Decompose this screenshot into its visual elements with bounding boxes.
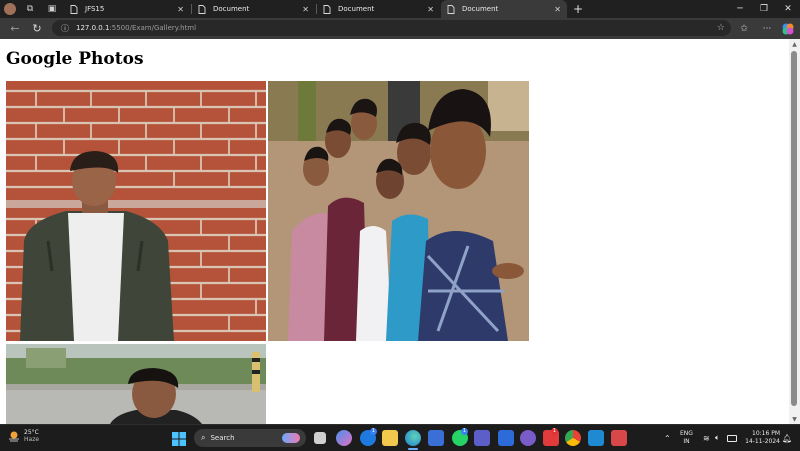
profile-avatar[interactable]: [4, 3, 16, 15]
close-icon[interactable]: ✕: [554, 5, 561, 14]
tab-jfs15[interactable]: JFS15 ✕: [64, 0, 190, 18]
vpn-app-icon[interactable]: [520, 430, 536, 446]
wifi-icon[interactable]: ≋: [703, 425, 710, 451]
edge-browser-icon[interactable]: [405, 430, 421, 446]
battery-icon[interactable]: [727, 425, 737, 451]
page-icon: [323, 4, 331, 14]
close-icon[interactable]: ✕: [427, 5, 434, 14]
task-view-icon[interactable]: [314, 432, 326, 444]
search-icon: ⌕: [201, 433, 206, 442]
windows-taskbar: 25°C Haze ⌕ Search 1 1 1 ⌃ ENG IN ≋ 🔈︎ 1…: [0, 424, 800, 451]
start-button[interactable]: [172, 431, 186, 446]
weather-condition: Haze: [24, 436, 40, 443]
back-button[interactable]: ←: [4, 18, 26, 39]
haze-weather-icon: [9, 431, 19, 442]
red-app-badge: 1: [551, 428, 558, 435]
new-tab-button[interactable]: +: [571, 0, 585, 18]
volume-icon[interactable]: 🔈︎: [715, 425, 720, 451]
notifications-icon[interactable]: 🔔︎: [782, 425, 792, 451]
system-clock[interactable]: 10:16 PM 14-11-2024: [738, 430, 780, 446]
page-icon: [198, 4, 206, 14]
scroll-up-arrow[interactable]: ▲: [789, 39, 800, 49]
tab-label: Document: [213, 5, 250, 13]
scrollbar-thumb[interactable]: [791, 51, 797, 406]
site-info-icon[interactable]: ⓘ: [60, 23, 70, 33]
vscode-icon[interactable]: [588, 430, 604, 446]
tab-actions-icon[interactable]: ▣: [46, 3, 58, 15]
copilot-taskbar-icon[interactable]: [336, 430, 352, 446]
workspaces-icon[interactable]: ⧉: [24, 3, 36, 15]
more-menu-icon[interactable]: ···: [758, 18, 776, 39]
close-icon[interactable]: ✕: [302, 5, 309, 14]
language-indicator[interactable]: ENG IN: [680, 430, 693, 446]
gallery-photo: [268, 81, 529, 341]
tab-label: Document: [462, 5, 499, 13]
teams-icon[interactable]: [474, 430, 490, 446]
tab-document-1[interactable]: Document ✕: [192, 0, 315, 18]
weather-temperature: 25°C: [24, 429, 39, 436]
tray-overflow-icon[interactable]: ⌃: [664, 425, 671, 451]
tab-label: Document: [338, 5, 375, 13]
search-placeholder: Search: [210, 434, 235, 442]
tab-label: JFS15: [85, 5, 105, 13]
address-url: 127.0.0.1:5500/Exam/Gallery.html: [76, 24, 197, 32]
file-explorer-icon[interactable]: [382, 430, 398, 446]
vertical-scrollbar[interactable]: ▲ ▼: [789, 39, 800, 424]
app-badge: 1: [370, 428, 377, 435]
scroll-down-arrow[interactable]: ▼: [789, 414, 800, 424]
page-viewport: Google Photos: [0, 39, 789, 424]
taskbar-search[interactable]: ⌕ Search: [194, 429, 306, 447]
copilot-icon[interactable]: [779, 18, 797, 39]
favorite-star-icon[interactable]: ☆: [717, 23, 725, 33]
favorites-icon[interactable]: ✩: [735, 18, 753, 39]
remote-desktop-icon[interactable]: [498, 430, 514, 446]
search-highlight-icon: [282, 433, 300, 443]
whatsapp-badge: 1: [461, 428, 468, 435]
close-icon[interactable]: ✕: [177, 5, 184, 14]
weather-widget[interactable]: 25°C Haze: [8, 429, 39, 443]
tab-document-2[interactable]: Document ✕: [317, 0, 440, 18]
restore-button[interactable]: ❐: [752, 0, 776, 18]
page-icon: [447, 4, 455, 14]
address-bar[interactable]: ⓘ 127.0.0.1:5500/Exam/Gallery.html ☆: [52, 20, 731, 36]
windows-logo-icon: [172, 432, 186, 446]
tab-strip: ⧉ ▣ JFS15 ✕ Document ✕ Document ✕ Docume…: [0, 0, 800, 18]
snipping-tool-icon[interactable]: [611, 430, 627, 446]
close-window-button[interactable]: ✕: [776, 0, 800, 18]
navigation-bar: ← ↻ ⓘ 127.0.0.1:5500/Exam/Gallery.html ☆…: [0, 18, 800, 39]
minimize-button[interactable]: ─: [728, 0, 752, 18]
refresh-button[interactable]: ↻: [26, 18, 48, 39]
chrome-icon[interactable]: [565, 430, 581, 446]
tab-document-3[interactable]: Document ✕: [441, 0, 567, 18]
gallery-photo: [6, 344, 266, 424]
gallery-photo: [6, 81, 266, 341]
page-icon: [70, 4, 78, 14]
page-title: Google Photos: [6, 49, 144, 69]
microsoft-store-icon[interactable]: [428, 430, 444, 446]
